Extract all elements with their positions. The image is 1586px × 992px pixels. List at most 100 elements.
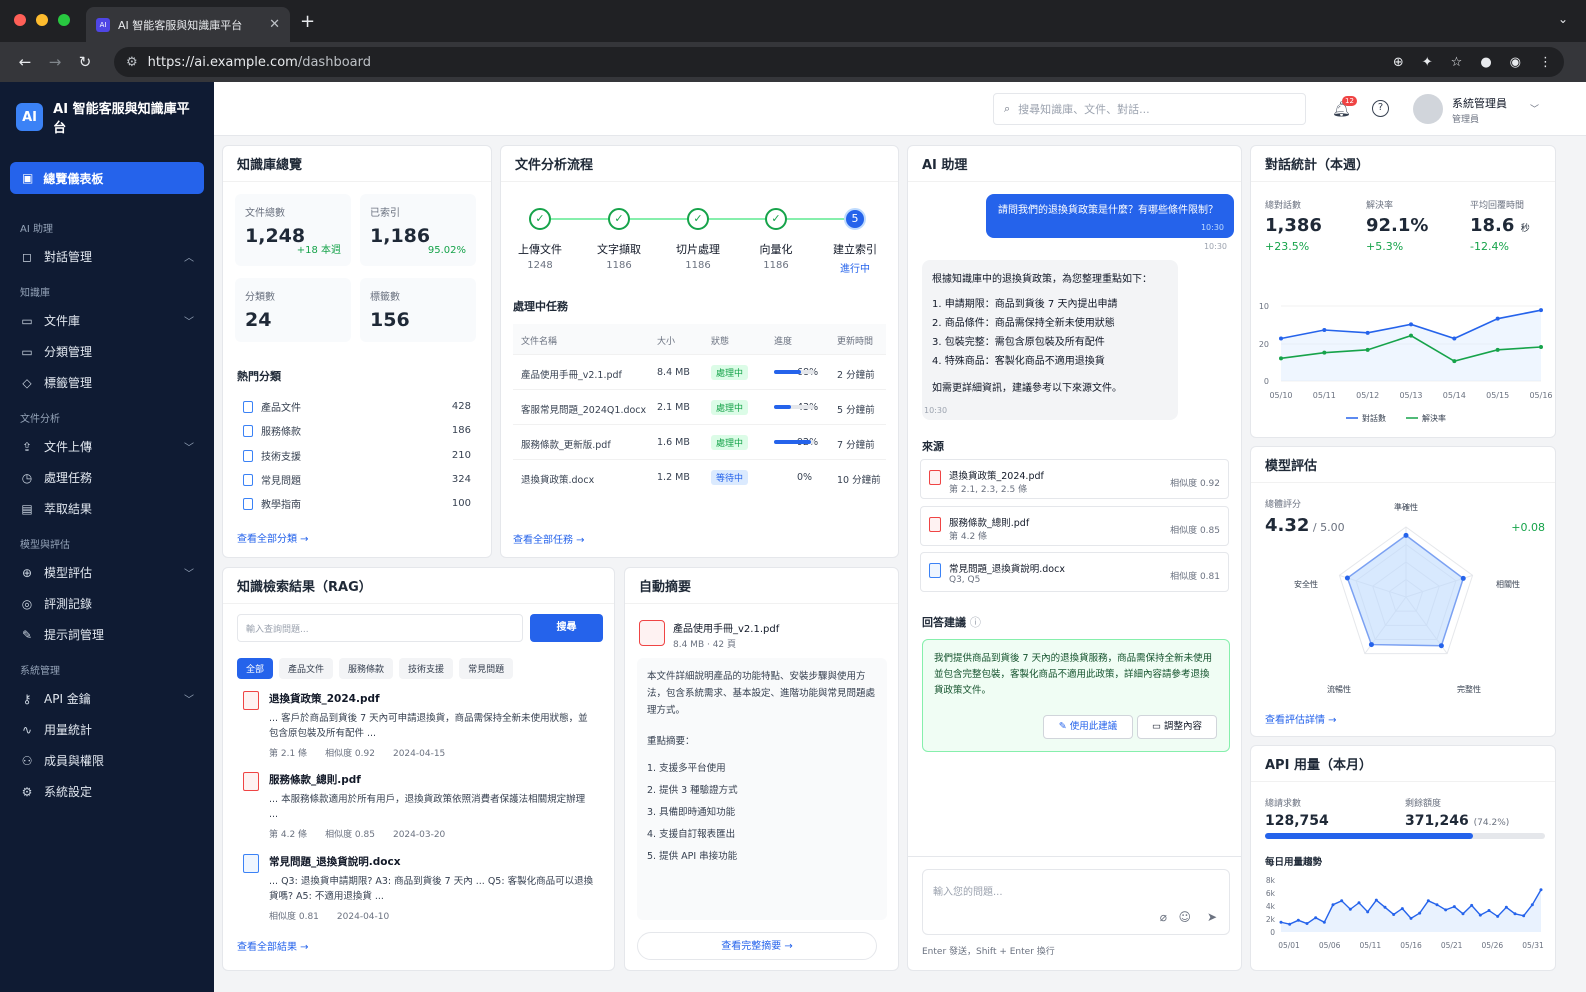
sidebar-item-upload[interactable]: ⇪ 文件上傳 ﹀	[0, 431, 214, 462]
attach-icon[interactable]: ⌀	[1160, 910, 1167, 924]
source-section: 第 2.1, 2.3, 2.5 條	[949, 485, 1028, 495]
avatar[interactable]	[1413, 94, 1443, 124]
sidebar-item-tasks[interactable]: ◷ 處理任務	[0, 462, 214, 493]
target-icon: ⊕	[21, 565, 33, 580]
data-point	[1357, 901, 1361, 905]
filter-chip-all[interactable]: 全部	[237, 658, 274, 679]
auto-summary-card: 自動摘要 產品使用手冊_v2.1.pdf 8.4 MB · 42 頁 本文件詳細…	[624, 567, 899, 971]
sidebar-item-extraction[interactable]: ▤ 萃取結果	[0, 493, 214, 524]
reload-icon[interactable]: ↻	[70, 53, 100, 71]
summary-point: 3. 具備即時通知功能	[647, 807, 736, 818]
browser-tab[interactable]: AI AI 智能客服與知識庫平台 ✕	[86, 7, 290, 42]
radar-point	[1403, 532, 1409, 538]
chat-input-placeholder: 輸入您的問題...	[933, 887, 1003, 898]
profile-icon[interactable]: ●	[1480, 55, 1491, 70]
sidebar-item-conversations[interactable]: ◻ 對話管理 ︿	[0, 241, 214, 272]
category-item[interactable]: 服務條款 186	[243, 423, 471, 438]
filter-chip[interactable]: 常見問題	[459, 658, 514, 679]
user-name[interactable]: 系統管理員	[1452, 95, 1507, 111]
chat-input[interactable]: 輸入您的問題... ⌀ ☺ ➤	[922, 869, 1230, 935]
rag-query-input[interactable]: 輸入查詢問題...	[237, 614, 523, 642]
minimize-window-button[interactable]	[36, 14, 48, 26]
back-icon[interactable]: ←	[10, 53, 40, 71]
sidebar-item-label: 對話管理	[44, 250, 93, 264]
close-tab-icon[interactable]: ✕	[269, 17, 280, 32]
data-point	[1426, 899, 1430, 903]
use-suggestion-button[interactable]: ✎ 使用此建議	[1043, 715, 1133, 739]
filter-chip[interactable]: 服務條款	[339, 658, 394, 679]
browser-menu-icon[interactable]: ⋮	[1539, 55, 1552, 70]
info-icon[interactable]: ⓘ	[970, 616, 981, 629]
rag-result-item[interactable]: 退換貨政策_2024.pdf ... 客戶於商品到貨後 7 天內可申請退換貨，商品…	[243, 691, 594, 759]
category-item[interactable]: 技術支援 210	[243, 448, 471, 463]
view-all-categories-link[interactable]: 查看全部分類 →	[237, 530, 309, 545]
source-item[interactable]: 服務條款_總則.pdf 第 4.2 條 相似度 0.85	[920, 506, 1229, 546]
sidebar-item-documents[interactable]: ▭ 文件庫 ﹀	[0, 305, 214, 336]
card-title: AI 助理	[908, 146, 1241, 182]
nav-section-title: 模型與評估	[20, 540, 70, 551]
rag-search-button[interactable]: 搜尋	[530, 614, 603, 642]
zoom-icon[interactable]: ⊕	[1393, 55, 1404, 70]
kpi-percent: (74.2%)	[1473, 818, 1510, 828]
rag-result-item[interactable]: 常見問題_退換貨說明.docx ... Q3: 退換貨申請期限? A3: 商品到貨…	[243, 854, 594, 922]
table-row[interactable]: 客服常見問題_2024Q1.docx2.1 MB處理中43%5 分鐘前	[513, 389, 886, 424]
docx-icon	[243, 854, 259, 873]
close-window-button[interactable]	[14, 14, 26, 26]
forward-icon[interactable]: →	[40, 53, 70, 71]
emoji-icon[interactable]: ☺	[1178, 910, 1191, 924]
maximize-window-button[interactable]	[58, 14, 70, 26]
sidebar-item-dashboard[interactable]: ▣ 總覽儀表板	[10, 162, 204, 194]
account-avatar-icon[interactable]: ◉	[1510, 55, 1521, 70]
site-settings-icon[interactable]: ⚙	[126, 55, 138, 70]
view-all-tasks-link[interactable]: 查看全部任務 →	[513, 531, 585, 546]
source-item[interactable]: 常見問題_退換貨說明.docx Q3, Q5 相似度 0.81	[920, 552, 1229, 592]
url-host: https://ai.example.com	[147, 54, 298, 70]
sidebar-item-eval-records[interactable]: ◎ 評測記錄	[0, 588, 214, 619]
category-item[interactable]: 教學指南 100	[243, 496, 471, 511]
stat-categories: 分類數 24	[235, 278, 351, 342]
y-tick-label: 4k	[1266, 902, 1276, 911]
sidebar-item-api-keys[interactable]: ⚷ API 金鑰 ﹀	[0, 683, 214, 714]
new-tab-icon[interactable]: +	[300, 11, 315, 32]
help-icon[interactable]: ?	[1372, 100, 1389, 117]
sidebar-item-prompts[interactable]: ✎ 提示詞管理	[0, 619, 214, 650]
data-point	[1366, 910, 1370, 914]
sidebar-item-tags[interactable]: ◇ 標籤管理	[0, 367, 214, 398]
sidebar-item-members[interactable]: ⚇ 成員與權限	[0, 745, 214, 776]
category-item[interactable]: 常見問題 324	[243, 472, 471, 487]
brand[interactable]: AI AI 智能客服與知識庫平台	[0, 82, 214, 152]
category-item[interactable]: 產品文件 428	[243, 399, 471, 414]
table-row[interactable]: 服務條款_更新版.pdf1.6 MB處理中92%7 分鐘前	[513, 424, 886, 459]
sidebar-item-usage[interactable]: ∿ 用量統計	[0, 714, 214, 745]
category-count: 100	[451, 498, 471, 509]
task-progress-bar	[774, 370, 814, 374]
extensions-icon[interactable]: ✦	[1422, 55, 1433, 70]
sidebar-item-categories[interactable]: ▭ 分類管理	[0, 336, 214, 367]
document-icon	[243, 449, 253, 462]
table-row[interactable]: 產品使用手冊_v2.1.pdf8.4 MB處理中68%2 分鐘前	[513, 354, 886, 389]
send-icon[interactable]: ➤	[1207, 910, 1217, 924]
table-row[interactable]: 退換貨政策.docx 1.2 MB 等待中 0% 10 分鐘前	[513, 459, 886, 494]
edit-suggestion-button[interactable]: ▭ 調整內容	[1137, 715, 1217, 739]
result-snippet: ... Q3: 退換貨申請期限? A3: 商品到貨後 7 天內 ... Q5: …	[269, 876, 594, 902]
filter-chip[interactable]: 技術支援	[399, 658, 454, 679]
kpi-response-time: 平均回覆時間 18.6 秒 -12.4%	[1470, 198, 1530, 253]
bookmark-star-icon[interactable]: ☆	[1451, 55, 1463, 70]
app-title: AI 智能客服與知識庫平台	[53, 102, 190, 136]
rag-result-item[interactable]: 服務條款_總則.pdf ... 本服務條款適用於所有用戶，退換貨政策依照消費者保護…	[243, 772, 594, 840]
filter-chip[interactable]: 產品文件	[279, 658, 334, 679]
source-item[interactable]: 退換貨政策_2024.pdf 第 2.1, 2.3, 2.5 條 相似度 0.92	[920, 459, 1229, 499]
chevron-down-icon[interactable]: ﹀	[1530, 102, 1539, 115]
view-all-results-link[interactable]: 查看全部結果 →	[237, 938, 309, 953]
tab-menu-icon[interactable]: ⌄	[1558, 12, 1568, 26]
sidebar-item-label: 總覽儀表板	[43, 171, 104, 186]
global-search-input[interactable]: ⌕ 搜尋知識庫、文件、對話...	[993, 93, 1306, 125]
reply-intro: 根據知識庫中的退換貨政策，為您整理重點如下：	[932, 274, 1152, 285]
sidebar-item-settings[interactable]: ⚙ 系統設定	[0, 776, 214, 807]
summary-file-name[interactable]: 產品使用手冊_v2.1.pdf	[673, 620, 779, 635]
view-eval-details-link[interactable]: 查看評估詳情 →	[1265, 711, 1337, 726]
view-full-summary-button[interactable]: 查看完整摘要 →	[637, 932, 877, 960]
sidebar-item-model-eval[interactable]: ⊕ 模型評估 ﹀	[0, 557, 214, 588]
address-bar[interactable]: ⚙ https://ai.example.com/dashboard ⊕ ✦ ☆…	[114, 47, 1564, 77]
y-tick-label: 6k	[1266, 889, 1276, 898]
